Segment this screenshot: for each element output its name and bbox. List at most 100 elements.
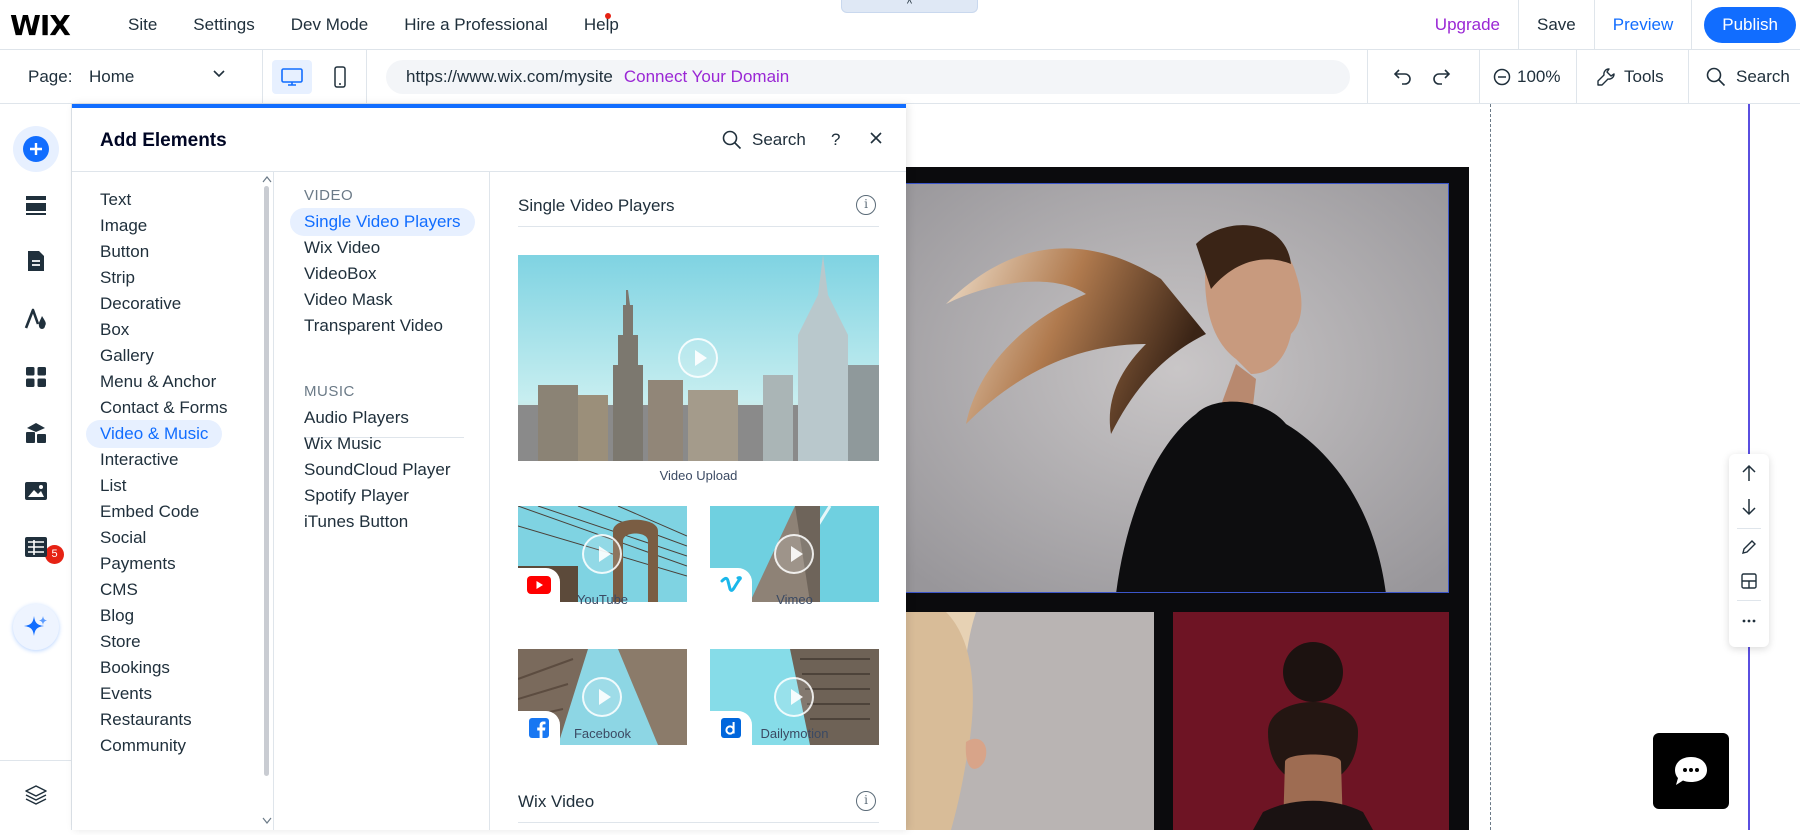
nav-help[interactable]: Help <box>566 15 637 35</box>
category-menu-anchor[interactable]: Menu & Anchor <box>86 368 230 396</box>
upgrade-button[interactable]: Upgrade <box>1417 0 1518 50</box>
chat-button[interactable] <box>1653 733 1729 809</box>
redo-icon[interactable] <box>1430 65 1452 92</box>
category-social[interactable]: Social <box>86 524 160 552</box>
move-up-icon[interactable] <box>1729 464 1769 487</box>
help-icon[interactable]: ? <box>831 130 840 150</box>
nav-dev-mode[interactable]: Dev Mode <box>273 15 386 35</box>
category-store[interactable]: Store <box>86 628 155 656</box>
gallery-image-ponytail[interactable] <box>906 183 1449 593</box>
panel-search-button[interactable]: Search <box>722 130 806 150</box>
gallery-image-bun[interactable] <box>1173 612 1449 830</box>
add-elements-button[interactable] <box>13 126 59 172</box>
subcategory-videobox[interactable]: VideoBox <box>290 260 390 288</box>
help-notification-dot <box>605 13 611 19</box>
apps-button[interactable] <box>13 354 59 400</box>
panel-title: Add Elements <box>100 130 227 151</box>
category-image[interactable]: Image <box>86 212 161 240</box>
category-strip[interactable]: Strip <box>86 264 149 292</box>
apps-icon <box>26 367 46 387</box>
undo-icon[interactable] <box>1392 65 1414 92</box>
zoom-control[interactable]: 100% <box>1493 67 1560 87</box>
category-list[interactable]: List <box>86 472 140 500</box>
info-icon[interactable]: i <box>856 791 876 811</box>
subcategory-itunes-button[interactable]: iTunes Button <box>290 508 422 536</box>
design-button[interactable] <box>13 296 59 342</box>
subcategory-audio-players[interactable]: Audio Players <box>290 404 423 432</box>
publish-button[interactable]: Publish <box>1704 7 1796 43</box>
subcategory-wix-music[interactable]: Wix Music <box>290 430 395 458</box>
vimeo-player-thumbnail[interactable] <box>710 506 879 602</box>
video-upload-thumbnail[interactable] <box>518 255 879 461</box>
connect-domain-link[interactable]: Connect Your Domain <box>624 67 789 87</box>
media-button[interactable] <box>13 468 59 514</box>
category-gallery[interactable]: Gallery <box>86 342 168 370</box>
sections-button[interactable] <box>13 182 59 228</box>
play-icon <box>582 534 622 574</box>
toolbar-search-button[interactable]: Search <box>1706 67 1790 87</box>
collapse-topbar-button[interactable]: ^ <box>841 0 978 13</box>
site-url: https://www.wix.com/mysite <box>406 67 613 86</box>
category-button[interactable]: Button <box>86 238 163 266</box>
gallery-image-blonde[interactable] <box>906 612 1154 830</box>
category-blog[interactable]: Blog <box>86 602 148 630</box>
category-community[interactable]: Community <box>86 732 200 760</box>
facebook-label: Facebook <box>573 726 632 741</box>
gallery-strip[interactable] <box>906 167 1469 830</box>
youtube-player-thumbnail[interactable] <box>518 506 687 602</box>
category-cms[interactable]: CMS <box>86 576 152 604</box>
more-options-icon[interactable] <box>1729 612 1769 635</box>
subcategory-soundcloud-player[interactable]: SoundCloud Player <box>290 456 464 484</box>
nav-hire-professional[interactable]: Hire a Professional <box>386 15 566 35</box>
mobile-view-button[interactable] <box>324 60 356 94</box>
move-down-icon[interactable] <box>1729 498 1769 521</box>
desktop-view-button[interactable] <box>272 60 312 94</box>
cms-button[interactable] <box>13 524 59 570</box>
nav-site[interactable]: Site <box>110 15 175 35</box>
category-events[interactable]: Events <box>86 680 166 708</box>
section-quick-actions <box>1729 454 1769 647</box>
category-bookings[interactable]: Bookings <box>86 654 184 682</box>
wix-logo[interactable]: WIX <box>10 9 71 42</box>
subcategory-single-video-players[interactable]: Single Video Players <box>290 208 475 236</box>
music-heading: MUSIC <box>304 383 355 400</box>
dailymotion-label: Dailymotion <box>760 726 829 741</box>
category-video-music[interactable]: Video & Music <box>86 420 223 448</box>
nav-settings[interactable]: Settings <box>175 15 272 35</box>
category-restaurants[interactable]: Restaurants <box>86 706 206 734</box>
layout-icon[interactable] <box>1729 572 1769 595</box>
rail-divider <box>0 760 72 761</box>
search-icon <box>1706 67 1726 87</box>
top-nav: Site Settings Dev Mode Hire a Profession… <box>110 0 637 50</box>
ai-assistant-button[interactable] <box>13 604 59 650</box>
play-icon <box>774 534 814 574</box>
layers-button[interactable] <box>13 772 59 818</box>
chevron-down-icon[interactable] <box>212 66 226 83</box>
edit-pencil-icon[interactable] <box>1729 538 1769 561</box>
subcategory-spotify-player[interactable]: Spotify Player <box>290 482 423 510</box>
category-decorative[interactable]: Decorative <box>86 290 195 318</box>
info-icon[interactable]: i <box>856 195 876 215</box>
close-icon[interactable] <box>869 128 883 151</box>
category-text[interactable]: Text <box>86 186 145 214</box>
category-box[interactable]: Box <box>86 316 143 344</box>
site-url-bar: https://www.wix.com/mysite Connect Your … <box>386 60 1350 94</box>
category-interactive[interactable]: Interactive <box>86 446 192 474</box>
scrollbar-thumb[interactable] <box>264 186 269 776</box>
pages-button[interactable] <box>13 238 59 284</box>
tools-button[interactable]: Tools <box>1596 67 1664 87</box>
page-selector[interactable]: Home <box>89 67 134 87</box>
editor-toolbar: Page: Home https://www.wix.com/mysite Co… <box>0 50 1800 104</box>
category-embed-code[interactable]: Embed Code <box>86 498 213 526</box>
subcategory-transparent-video[interactable]: Transparent Video <box>290 312 457 340</box>
subcategory-video-mask[interactable]: Video Mask <box>290 286 407 314</box>
business-apps-button[interactable] <box>13 410 59 456</box>
divider <box>1737 528 1761 529</box>
publish-wrap: Publish <box>1691 0 1800 50</box>
preview-button[interactable]: Preview <box>1593 0 1691 50</box>
save-button[interactable]: Save <box>1518 0 1594 50</box>
category-contact-forms[interactable]: Contact & Forms <box>86 394 242 422</box>
category-payments[interactable]: Payments <box>86 550 190 578</box>
subcategory-wix-video[interactable]: Wix Video <box>290 234 394 262</box>
top-actions: Upgrade Save Preview Publish <box>1417 0 1800 50</box>
